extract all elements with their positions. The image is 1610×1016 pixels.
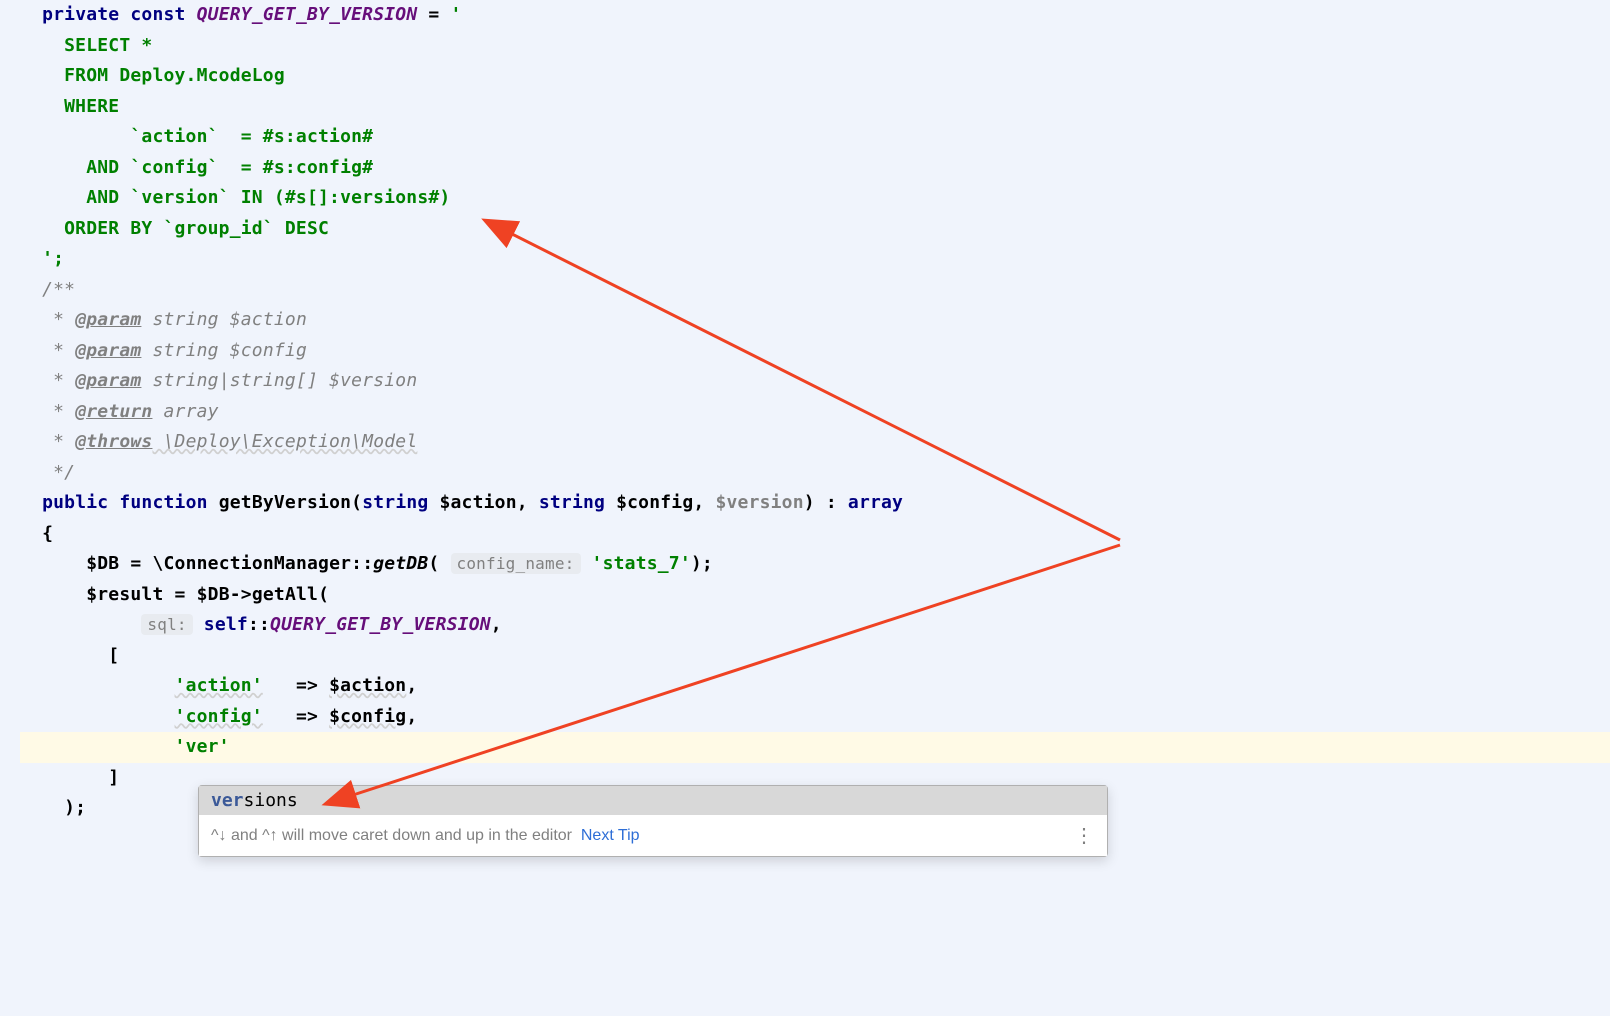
array-key-action: 'action' [175,675,263,696]
autocomplete-item[interactable]: versions [199,786,1107,815]
autocomplete-popup[interactable]: versions ^↓ and ^↑ will move caret down … [198,785,1108,857]
autocomplete-footer: ^↓ and ^↑ will move caret down and up in… [199,815,1107,856]
sql-orderby: ORDER BY `group_id` DESC [20,218,329,239]
call-getdb: getDB [373,553,428,574]
param-hint-config: config_name: [451,553,581,574]
string-close: '; [42,248,64,269]
next-tip-link[interactable]: Next Tip [581,827,640,844]
autocomplete-match-suffix: sions [244,790,298,811]
constant-name: QUERY_GET_BY_VERSION [197,4,418,25]
keyword-const: const [130,4,185,25]
keyword-private: private [42,4,119,25]
call-close: ); [20,797,86,818]
keyword-function: function [119,492,207,513]
sql-where: WHERE [20,96,119,117]
brace-open: { [42,523,53,544]
doc-return: @return [75,401,152,422]
function-name: getByVersion [219,492,351,513]
doc-param: @param [75,309,141,330]
sql-cond-action: `action` = #s:action# [20,126,373,147]
docblock-close: */ [42,462,75,483]
autocomplete-tip-text: ^↓ and ^↑ will move caret down and up in… [211,827,572,844]
array-key-config: 'config' [175,706,263,727]
array-open: [ [20,645,119,666]
kebab-menu-icon[interactable]: ⋮ [1074,823,1095,848]
sql-select: SELECT * [20,35,152,56]
array-close: ] [20,767,119,788]
autocomplete-match-prefix: ver [211,790,244,811]
param-hint-sql: sql: [141,614,192,635]
sql-cond-version: AND `version` IN (#s[]:versions#) [20,187,450,208]
docblock-open: /** [42,279,75,300]
sql-from: FROM Deploy.McodeLog [20,65,285,86]
call-getall: getAll [252,584,318,605]
doc-throws: @throws [75,431,152,452]
array-key-ver: 'ver' [175,736,230,757]
keyword-public: public [42,492,108,513]
sql-cond-config: AND `config` = #s:config# [20,157,373,178]
doc-param: @param [75,370,141,391]
code-editor[interactable]: private const QUERY_GET_BY_VERSION = ' S… [0,0,1610,824]
doc-param: @param [75,340,141,361]
